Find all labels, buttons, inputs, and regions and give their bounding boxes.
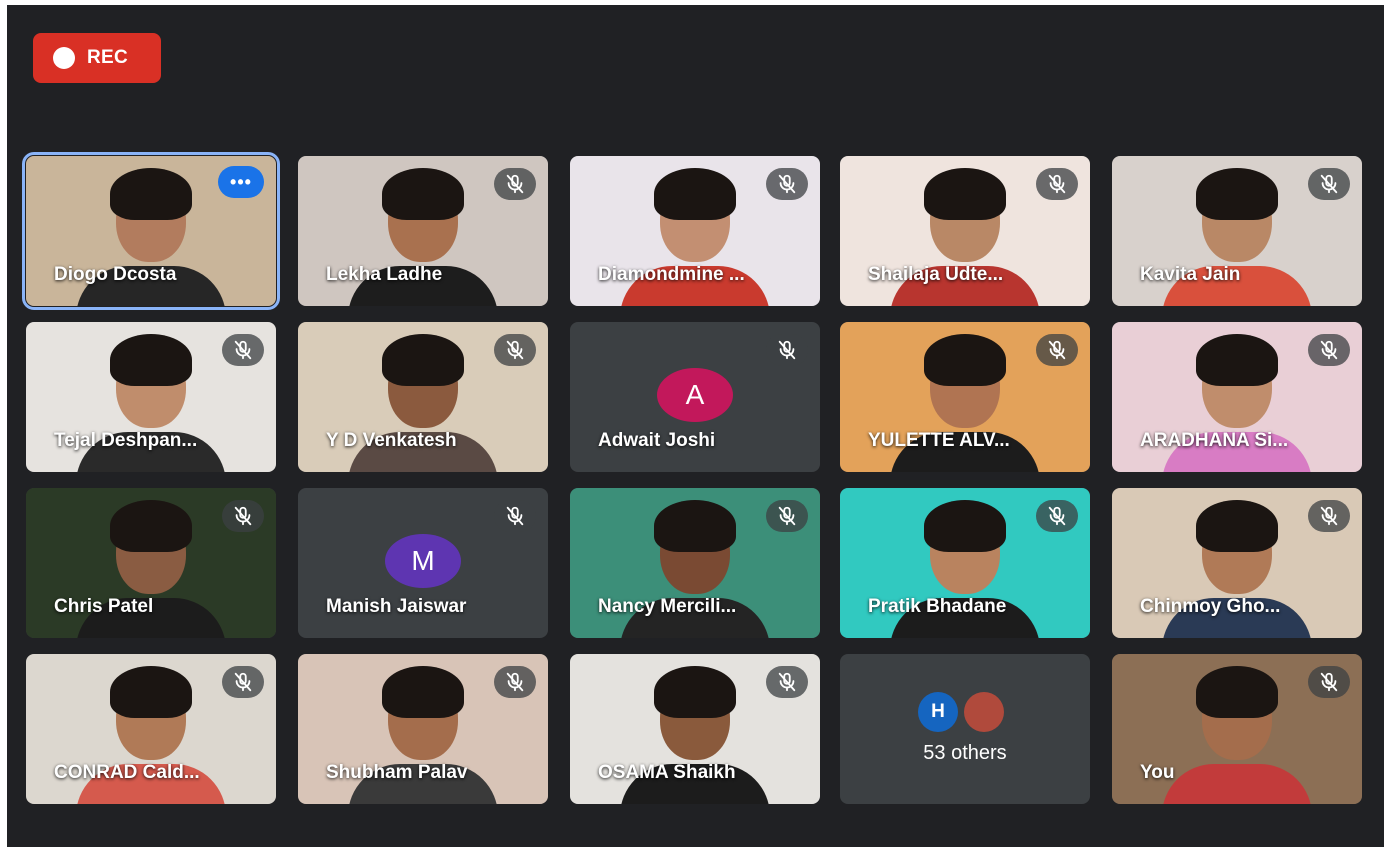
mic-off-icon <box>222 500 264 532</box>
participant-tile[interactable]: Diamondmine ... <box>570 156 820 306</box>
mic-off-icon <box>1308 500 1350 532</box>
mic-off-icon <box>494 334 536 366</box>
participant-tile[interactable]: Lekha Ladhe <box>298 156 548 306</box>
participant-name: Manish Jaiswar <box>326 596 467 617</box>
mic-off-icon <box>1036 334 1078 366</box>
mic-off-icon <box>1036 500 1078 532</box>
participant-avatar: M <box>385 534 461 588</box>
participant-tile[interactable]: CONRAD Cald... <box>26 654 276 804</box>
participant-tile[interactable]: Shailaja Udte... <box>840 156 1090 306</box>
record-dot-icon <box>53 47 75 69</box>
mic-off-icon <box>222 334 264 366</box>
participant-name: You <box>1140 762 1175 783</box>
mic-off-icon <box>1036 168 1078 200</box>
participant-tile[interactable]: OSAMA Shaikh <box>570 654 820 804</box>
participant-tile[interactable]: ARADHANA Si... <box>1112 322 1362 472</box>
participant-tile[interactable]: Kavita Jain <box>1112 156 1362 306</box>
participant-name: Chinmoy Gho... <box>1140 596 1281 617</box>
participant-name: Nancy Mercili... <box>598 596 737 617</box>
participant-name: CONRAD Cald... <box>54 762 200 783</box>
mic-off-icon <box>1308 168 1350 200</box>
mic-off-icon <box>766 168 808 200</box>
participant-tile[interactable]: A Adwait Joshi <box>570 322 820 472</box>
participant-name: Shailaja Udte... <box>868 264 1004 285</box>
participant-tile[interactable]: Diogo Dcosta ••• <box>22 152 280 310</box>
participant-name: Lekha Ladhe <box>326 264 443 285</box>
mic-off-icon <box>766 334 808 366</box>
mic-off-icon <box>222 666 264 698</box>
participant-tile[interactable]: Nancy Mercili... <box>570 488 820 638</box>
participant-name: Tejal Deshpan... <box>54 430 198 451</box>
participant-tile[interactable]: Shubham Palav <box>298 654 548 804</box>
participant-tile[interactable]: Y D Venkatesh <box>298 322 548 472</box>
participant-name: Y D Venkatesh <box>326 430 457 451</box>
participant-tile[interactable]: H 53 others <box>840 654 1090 804</box>
participant-name: Diogo Dcosta <box>54 264 177 285</box>
more-options-button[interactable]: ••• <box>218 166 264 198</box>
mic-off-icon <box>1308 334 1350 366</box>
recording-label: REC <box>87 47 129 68</box>
mic-off-icon <box>1308 666 1350 698</box>
participant-name: ARADHANA Si... <box>1140 430 1289 451</box>
participant-name: Adwait Joshi <box>598 430 716 451</box>
participant-tile[interactable]: YULETTE ALV... <box>840 322 1090 472</box>
participant-name: Chris Patel <box>54 596 154 617</box>
participant-name: YULETTE ALV... <box>868 430 1010 451</box>
participant-tile[interactable]: Chris Patel <box>26 488 276 638</box>
participant-tile[interactable]: M Manish Jaiswar <box>298 488 548 638</box>
others-count-label: 53 others <box>923 742 1007 764</box>
participant-name: Pratik Bhadane <box>868 596 1007 617</box>
mic-off-icon <box>766 666 808 698</box>
mic-off-icon <box>494 666 536 698</box>
participant-tile[interactable]: You <box>1112 654 1362 804</box>
recording-indicator[interactable]: REC <box>33 33 161 83</box>
participant-tile[interactable]: Pratik Bhadane <box>840 488 1090 638</box>
participant-tile[interactable]: Chinmoy Gho... <box>1112 488 1362 638</box>
mic-off-icon <box>766 500 808 532</box>
participant-name: OSAMA Shaikh <box>598 762 736 783</box>
participant-name: Shubham Palav <box>326 762 468 783</box>
participant-name: Diamondmine ... <box>598 264 745 285</box>
participant-name: Kavita Jain <box>1140 264 1241 285</box>
others-avatar: H <box>918 692 958 732</box>
others-avatar-stack: H <box>918 692 1004 732</box>
mic-off-icon <box>494 168 536 200</box>
others-avatar-photo <box>964 692 1004 732</box>
participant-avatar: A <box>657 368 733 422</box>
participant-tile[interactable]: Tejal Deshpan... <box>26 322 276 472</box>
mic-off-icon <box>494 500 536 532</box>
